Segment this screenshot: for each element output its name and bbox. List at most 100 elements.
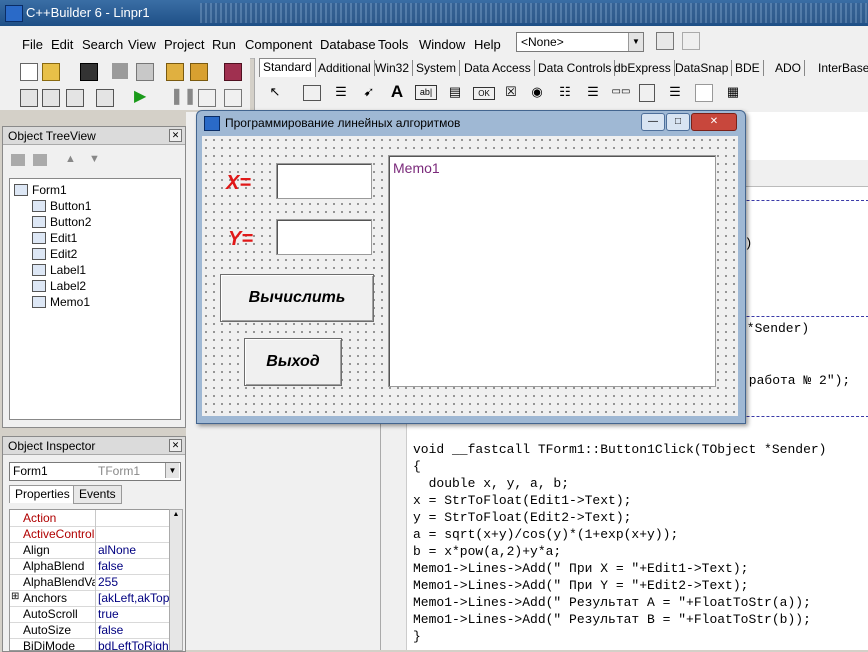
new-item-icon[interactable] bbox=[11, 154, 25, 166]
property-value[interactable]: alNone bbox=[98, 542, 136, 558]
remove-file-icon[interactable] bbox=[190, 63, 208, 81]
toolbar-run: ▶ ❚❚ bbox=[0, 84, 250, 110]
palette-tab-system[interactable]: System bbox=[413, 60, 461, 76]
palette-tab-standard[interactable]: Standard bbox=[259, 58, 316, 77]
desktop-combo[interactable]: <None> ▼ bbox=[516, 32, 644, 52]
menu-run[interactable]: Run bbox=[212, 37, 236, 52]
desktop-icon[interactable] bbox=[682, 32, 700, 50]
memo1[interactable]: Memo1 bbox=[388, 155, 716, 387]
edit-icon[interactable]: ab| bbox=[415, 85, 437, 100]
palette-tab-datasnap[interactable]: DataSnap bbox=[672, 60, 733, 76]
menu-tools[interactable]: Tools bbox=[378, 37, 408, 52]
exit-button[interactable]: Выход bbox=[244, 338, 342, 386]
palette-tab-data-access[interactable]: Data Access bbox=[461, 60, 535, 76]
menu-help[interactable]: Help bbox=[474, 37, 501, 52]
menu-search[interactable]: Search bbox=[82, 37, 123, 52]
move-down-icon[interactable]: ▼ bbox=[89, 153, 100, 165]
mainmenu-icon[interactable]: ☰ bbox=[331, 82, 351, 102]
listbox-icon[interactable]: ☷ bbox=[555, 82, 575, 102]
chevron-down-icon[interactable]: ▼ bbox=[628, 33, 643, 51]
property-value[interactable]: true bbox=[98, 606, 119, 622]
edit2-input[interactable] bbox=[276, 219, 372, 255]
scrollbar-icon[interactable]: ▭▭ bbox=[611, 82, 631, 102]
property-row[interactable]: AlphaBlend false bbox=[10, 558, 170, 575]
menu-component[interactable]: Component bbox=[245, 37, 312, 52]
menu-view[interactable]: View bbox=[128, 37, 156, 52]
calculate-button[interactable]: Вычислить bbox=[220, 274, 374, 322]
frames-icon[interactable] bbox=[303, 85, 321, 101]
add-file-icon[interactable] bbox=[166, 63, 184, 81]
property-row[interactable]: Action bbox=[10, 510, 170, 527]
save-all-icon[interactable] bbox=[112, 63, 128, 79]
combobox-icon[interactable]: ☰ bbox=[583, 82, 603, 102]
actionlist-icon[interactable]: ▦ bbox=[723, 82, 743, 102]
property-row[interactable]: BiDiMode bdLeftToRight bbox=[10, 638, 170, 650]
menu-project[interactable]: Project bbox=[164, 37, 204, 52]
tab-events[interactable]: Events bbox=[73, 485, 122, 504]
edit-icon bbox=[32, 248, 46, 260]
expand-icon[interactable]: ⊞ bbox=[11, 591, 19, 602]
groupbox-icon[interactable] bbox=[639, 84, 655, 102]
property-value[interactable]: [akLeft,akTop bbox=[98, 590, 169, 606]
close-button[interactable]: ✕ bbox=[691, 113, 737, 131]
panel-icon[interactable] bbox=[695, 84, 713, 102]
menu-edit[interactable]: Edit bbox=[51, 37, 73, 52]
tab-properties[interactable]: Properties bbox=[9, 485, 76, 503]
property-row[interactable]: Anchors [akLeft,akTop ⊞ bbox=[10, 590, 170, 607]
property-row[interactable]: Align alNone bbox=[10, 542, 170, 559]
object-selector[interactable]: Form1 TForm1 ▼ bbox=[9, 462, 181, 481]
property-row[interactable]: AutoScroll true bbox=[10, 606, 170, 623]
maximize-button[interactable]: □ bbox=[666, 113, 690, 131]
delete-item-icon[interactable] bbox=[33, 154, 47, 166]
menu-window[interactable]: Window bbox=[419, 37, 465, 52]
label-icon[interactable]: A bbox=[387, 82, 407, 102]
close-icon[interactable]: ✕ bbox=[169, 439, 182, 452]
save-icon[interactable] bbox=[80, 63, 98, 81]
property-row[interactable]: ActiveControl bbox=[10, 526, 170, 543]
menu-database[interactable]: Database bbox=[320, 37, 376, 52]
palette-tab-interbase[interactable]: InterBase bbox=[815, 60, 868, 76]
menu-file[interactable]: File bbox=[22, 37, 43, 52]
view-form-icon[interactable] bbox=[42, 89, 60, 107]
button-icon[interactable]: OK bbox=[473, 87, 495, 100]
pointer-icon[interactable]: ↖ bbox=[265, 82, 285, 102]
palette-tab-win32[interactable]: Win32 bbox=[372, 60, 414, 76]
form-window[interactable]: Программирование линейных алгоритмов — □… bbox=[196, 110, 746, 424]
palette-tab-dbexpress[interactable]: dbExpress bbox=[611, 60, 675, 76]
property-value[interactable]: bdLeftToRight bbox=[98, 638, 170, 650]
run-icon[interactable]: ▶ bbox=[134, 89, 150, 105]
edit1-input[interactable] bbox=[276, 163, 372, 199]
popupmenu-icon[interactable]: ➹ bbox=[359, 82, 379, 102]
property-value[interactable]: false bbox=[98, 622, 123, 638]
palette-tab-additional[interactable]: Additional bbox=[315, 60, 375, 76]
property-value[interactable]: false bbox=[98, 558, 123, 574]
scroll-up-icon[interactable]: ▲ bbox=[171, 511, 181, 521]
property-row[interactable]: AlphaBlendValu255 bbox=[10, 574, 170, 591]
open-icon[interactable] bbox=[42, 63, 60, 81]
palette-tab-data-controls[interactable]: Data Controls bbox=[535, 60, 616, 76]
close-icon[interactable]: ✕ bbox=[169, 129, 182, 142]
radiobutton-icon[interactable]: ◉ bbox=[527, 82, 547, 102]
chevron-down-icon[interactable]: ▼ bbox=[165, 463, 179, 478]
property-scrollbar[interactable]: ▲ bbox=[169, 509, 183, 651]
window-list-icon[interactable] bbox=[656, 32, 674, 50]
open-project-icon[interactable] bbox=[136, 63, 154, 81]
memo-icon[interactable]: ▤ bbox=[445, 82, 465, 102]
palette-tab-ado[interactable]: ADO bbox=[772, 60, 806, 76]
view-unit-icon[interactable] bbox=[20, 89, 38, 107]
pause-icon[interactable]: ❚❚ bbox=[170, 89, 197, 105]
toggle-form-unit-icon[interactable] bbox=[66, 89, 84, 107]
new-form-icon[interactable] bbox=[96, 89, 114, 107]
new-icon[interactable] bbox=[20, 63, 38, 81]
property-value[interactable]: 255 bbox=[98, 574, 118, 590]
property-grid: Action ActiveControl Align alNone AlphaBlend… bbox=[9, 509, 171, 651]
palette-tab-bde[interactable]: BDE bbox=[732, 60, 764, 76]
minimize-button[interactable]: — bbox=[641, 113, 665, 131]
radiogroup-icon[interactable]: ☰ bbox=[665, 82, 685, 102]
trace-into-icon[interactable] bbox=[198, 89, 216, 107]
step-over-icon[interactable] bbox=[224, 89, 242, 107]
help-book-icon[interactable] bbox=[224, 63, 242, 81]
checkbox-icon[interactable]: ☒ bbox=[501, 82, 521, 102]
move-up-icon[interactable]: ▲ bbox=[65, 153, 76, 165]
property-row[interactable]: AutoSize false bbox=[10, 622, 170, 639]
